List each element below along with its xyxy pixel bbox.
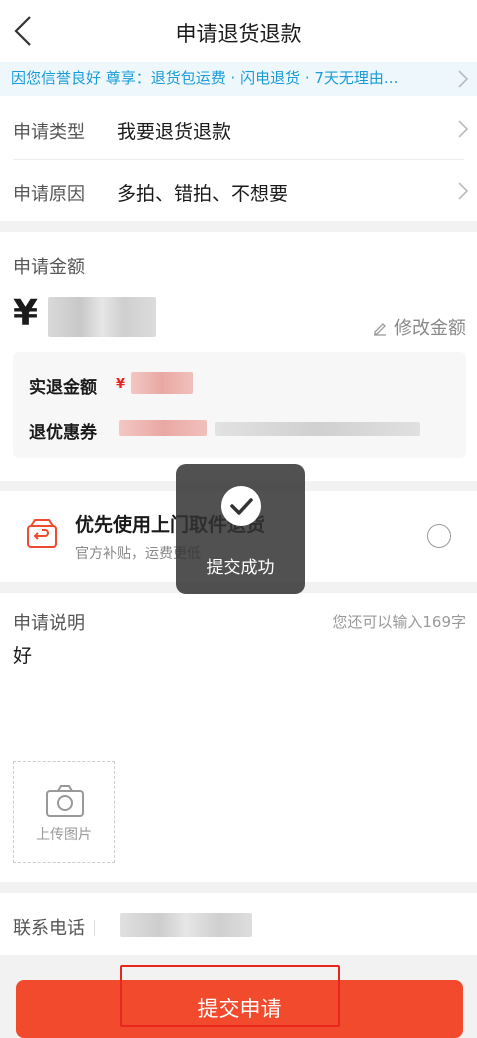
phone-field-separator: [94, 920, 95, 936]
description-textarea[interactable]: 好: [13, 641, 463, 751]
banner-text: 因您信誉良好 尊享：退货包运费 · 闪电退货 · 7天无理由...: [11, 69, 399, 87]
edit-amount-label: 修改金额: [394, 318, 466, 339]
pickup-radio[interactable]: [427, 524, 451, 548]
currency-symbol: ¥: [13, 293, 39, 334]
request-reason-value: 多拍、错拍、不想要: [117, 183, 289, 205]
refund-detail-box: 实退金额 ¥ 退优惠券: [13, 352, 466, 458]
return-box-icon: [27, 519, 57, 548]
actual-refund-label: 实退金额: [29, 378, 97, 398]
camera-icon: [46, 785, 84, 817]
coupon-detail-blurred: [215, 422, 420, 436]
actual-refund-currency: ¥: [116, 377, 126, 392]
request-info-section: 申请类型 我要退货退款 申请原因 多拍、错拍、不想要: [0, 96, 477, 221]
request-type-label: 申请类型: [13, 122, 85, 143]
edit-amount-button[interactable]: 修改金额: [372, 314, 466, 340]
chevron-right-icon: [458, 120, 469, 138]
upload-image-button[interactable]: 上传图片: [13, 761, 115, 863]
request-type-row[interactable]: 申请类型 我要退货退款: [0, 96, 477, 159]
description-label: 申请说明: [13, 613, 85, 634]
chevron-right-icon: [458, 182, 469, 200]
request-reason-label: 申请原因: [13, 184, 85, 205]
page-title: 申请退货退款: [175, 22, 302, 46]
request-reason-row[interactable]: 申请原因 多拍、错拍、不想要: [0, 160, 477, 221]
phone-value-blurred[interactable]: [120, 913, 252, 937]
chevron-right-icon: [458, 70, 469, 88]
success-toast: 提交成功: [176, 464, 305, 594]
credit-banner[interactable]: 因您信誉良好 尊享：退货包运费 · 闪电退货 · 7天无理由...: [0, 62, 477, 96]
phone-section: 联系电话: [0, 893, 477, 955]
request-type-value: 我要退货退款: [117, 121, 232, 143]
coupon-refund-label: 退优惠券: [29, 423, 97, 443]
nav-header: 申请退货退款: [0, 0, 477, 62]
amount-label: 申请金额: [13, 257, 85, 278]
highlight-box: [120, 965, 340, 1027]
description-text: 好: [13, 645, 33, 667]
phone-label: 联系电话: [13, 918, 85, 939]
pencil-icon: [374, 323, 387, 336]
actual-refund-value-blurred: [131, 372, 193, 394]
amount-value-blurred: [48, 297, 156, 337]
upload-label: 上传图片: [36, 827, 92, 843]
char-counter: 您还可以输入169字: [332, 613, 466, 631]
check-circle-icon: [221, 486, 261, 526]
toast-text: 提交成功: [206, 558, 275, 578]
coupon-value-blurred: [119, 420, 207, 436]
